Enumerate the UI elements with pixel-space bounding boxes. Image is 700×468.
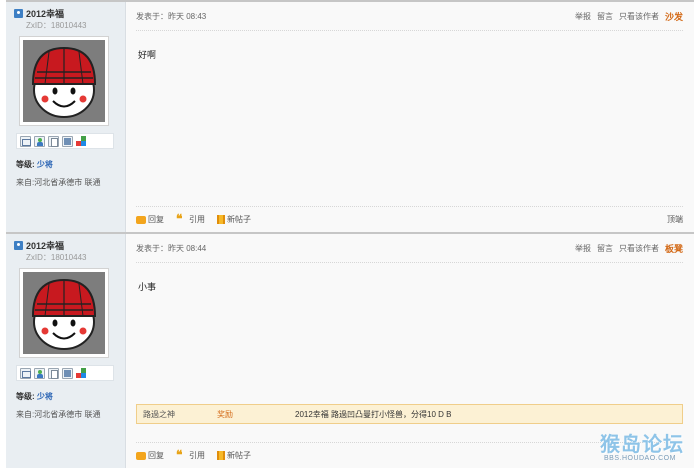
- level-value[interactable]: 少将: [37, 392, 53, 401]
- reward-text: 2012幸福 路過凹凸曼打小怪兽，分得10 D B: [295, 409, 452, 419]
- new-post-icon: [217, 215, 225, 224]
- username-label[interactable]: 2012幸福: [26, 239, 64, 252]
- post-footer-actions: 回复 ❝ 引用 新帖子: [136, 212, 251, 226]
- avatar[interactable]: [19, 268, 109, 358]
- site-watermark-logo: 猴岛论坛 BBS.HOUDAO.COM: [600, 428, 698, 466]
- username[interactable]: 2012幸福: [14, 7, 64, 20]
- quote-button[interactable]: ❝ 引用: [176, 448, 205, 462]
- message-icon[interactable]: [20, 135, 31, 147]
- post-main: 发表于：昨天 08:43 举报 留言 只看该作者 沙发 好啊 回复 ❝ 引用 新…: [127, 2, 694, 232]
- floor-label: 板凳: [664, 243, 683, 254]
- profile-icon[interactable]: [48, 135, 59, 147]
- post-header: 发表于：昨天 08:44 举报 留言 只看该作者 板凳: [136, 234, 683, 263]
- user-icon: [14, 9, 23, 18]
- post-header-actions: 举报 留言 只看该作者 板凳: [575, 242, 683, 255]
- post-header-actions: 举报 留言 只看该作者 沙发: [575, 10, 683, 23]
- report-link[interactable]: 举报: [575, 11, 591, 22]
- user-sidebar: 2012幸福 ZxID：18010443 等级: 少将 来自:河北省承德市 联通: [6, 2, 126, 232]
- user-zxid: ZxID：18010443: [26, 21, 87, 30]
- level-label: 等级:: [16, 160, 35, 169]
- user-icon: [14, 241, 23, 250]
- reply-icon: [136, 451, 146, 460]
- post-header: 发表于：昨天 08:43 举报 留言 只看该作者 沙发: [136, 2, 683, 31]
- post-content: 小事: [138, 282, 157, 292]
- quote-button[interactable]: ❝ 引用: [176, 212, 205, 226]
- album-icon[interactable]: [62, 135, 73, 147]
- add-friend-icon[interactable]: [34, 135, 45, 147]
- floor-label: 沙发: [664, 11, 683, 22]
- only-author-link[interactable]: 只看该作者: [619, 11, 659, 22]
- space-icon[interactable]: [76, 135, 87, 147]
- reply-button[interactable]: 回复: [136, 214, 164, 225]
- quote-label[interactable]: 引用: [189, 450, 205, 461]
- add-friend-icon[interactable]: [34, 367, 45, 379]
- report-link[interactable]: 举报: [575, 243, 591, 254]
- avatar[interactable]: [19, 36, 109, 126]
- avatar-image: [23, 272, 105, 354]
- reply-button[interactable]: 回复: [136, 450, 164, 461]
- user-action-icons: [16, 365, 114, 381]
- username-label[interactable]: 2012幸福: [26, 7, 64, 20]
- post-footer: 回复 ❝ 引用 新帖子 顶端: [136, 206, 683, 232]
- new-post-icon: [217, 451, 225, 460]
- reward-type: 奖励: [217, 409, 233, 419]
- user-zxid: ZxID：18010443: [26, 253, 87, 262]
- reply-label[interactable]: 回复: [148, 450, 164, 461]
- watermark-title: 猴岛论坛: [600, 432, 684, 456]
- user-level: 等级: 少将: [16, 391, 53, 402]
- username[interactable]: 2012幸福: [14, 239, 64, 252]
- post-content: 好啊: [138, 50, 157, 60]
- reward-giver: 路過之神: [143, 409, 175, 419]
- new-post-label[interactable]: 新帖子: [227, 214, 251, 225]
- new-post-button[interactable]: 新帖子: [217, 450, 251, 461]
- watermark-url: BBS.HOUDAO.COM: [604, 455, 676, 462]
- quote-icon: ❝: [176, 448, 183, 462]
- user-location: 来自:河北省承德市 联通: [16, 410, 101, 419]
- back-to-top-link[interactable]: 顶端: [667, 214, 683, 225]
- album-icon[interactable]: [62, 367, 73, 379]
- user-level: 等级: 少将: [16, 159, 53, 170]
- post-footer-actions: 回复 ❝ 引用 新帖子: [136, 448, 251, 462]
- user-location: 来自:河北省承德市 联通: [16, 178, 101, 187]
- avatar-image: [23, 40, 105, 122]
- new-post-label[interactable]: 新帖子: [227, 450, 251, 461]
- level-label: 等级:: [16, 392, 35, 401]
- reply-label[interactable]: 回复: [148, 214, 164, 225]
- forum-post: 2012幸福 ZxID：18010443 等级: 少将 来自:河北省承德市 联通…: [6, 232, 694, 468]
- forum-post: 2012幸福 ZxID：18010443 等级: 少将 来自:河北省承德市 联通…: [6, 0, 694, 232]
- user-action-icons: [16, 133, 114, 149]
- profile-icon[interactable]: [48, 367, 59, 379]
- only-author-link[interactable]: 只看该作者: [619, 243, 659, 254]
- reward-notice: 路過之神 奖励 2012幸福 路過凹凸曼打小怪兽，分得10 D B: [136, 404, 683, 424]
- post-time: 发表于：昨天 08:44: [136, 243, 207, 253]
- message-link[interactable]: 留言: [597, 243, 613, 254]
- user-sidebar: 2012幸福 ZxID：18010443 等级: 少将 来自:河北省承德市 联通: [6, 234, 126, 468]
- quote-label[interactable]: 引用: [189, 214, 205, 225]
- quote-icon: ❝: [176, 212, 183, 226]
- message-link[interactable]: 留言: [597, 11, 613, 22]
- new-post-button[interactable]: 新帖子: [217, 214, 251, 225]
- message-icon[interactable]: [20, 367, 31, 379]
- space-icon[interactable]: [76, 367, 87, 379]
- level-value[interactable]: 少将: [37, 160, 53, 169]
- reply-icon: [136, 215, 146, 224]
- post-time: 发表于：昨天 08:43: [136, 11, 207, 21]
